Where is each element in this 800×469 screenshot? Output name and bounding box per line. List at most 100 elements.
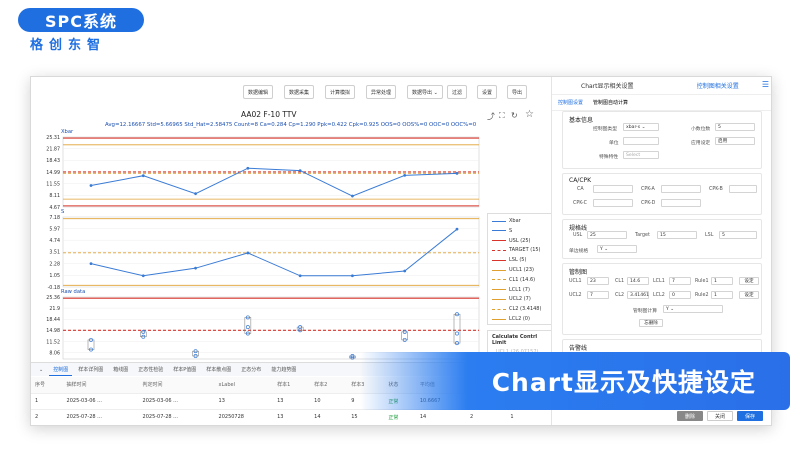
- cpkd-input[interactable]: [661, 199, 701, 207]
- legend-swatch: [492, 240, 506, 242]
- table-cell: 20250728: [214, 409, 274, 425]
- delete-button[interactable]: 忘删除: [639, 319, 663, 327]
- panel-delete-button[interactable]: 删除: [677, 411, 703, 421]
- data-point[interactable]: [403, 173, 407, 177]
- y-tick-label: 18.43: [46, 158, 60, 164]
- apply-select[interactable]: 启用: [715, 137, 755, 145]
- target-input[interactable]: 15: [657, 231, 697, 239]
- ca-input[interactable]: [593, 185, 633, 193]
- rule1-set-button[interactable]: 设定: [739, 277, 759, 285]
- legend-label: LCL2 (0): [509, 316, 530, 322]
- legend-item: CL2 (3.4148): [492, 306, 541, 312]
- bottom-tab[interactable]: 样本散点图: [202, 364, 235, 375]
- special-label: 特殊特性: [599, 155, 619, 160]
- panel-save-button[interactable]: 保存: [737, 411, 763, 421]
- subtab-auto-calc[interactable]: 管制图自动计算: [593, 99, 628, 106]
- panel-title: Xbar: [61, 129, 74, 135]
- data-point[interactable]: [455, 171, 459, 175]
- panel-title: Raw data: [61, 289, 85, 295]
- column-header[interactable]: 抽样时间: [62, 377, 139, 394]
- target-label: Target: [635, 233, 650, 238]
- data-point[interactable]: [351, 274, 354, 278]
- y-tick-label: 21.87: [46, 146, 60, 152]
- column-header[interactable]: 判定时间: [138, 377, 215, 394]
- cpkb-input[interactable]: [729, 185, 757, 193]
- auto-calc-label: 管制图计算: [633, 309, 657, 314]
- data-point[interactable]: [89, 262, 93, 266]
- ucl2-label: UCL2: [569, 293, 582, 298]
- special-select[interactable]: Select: [623, 151, 659, 159]
- collapse-icon[interactable]: ⌄: [35, 365, 47, 375]
- unit-input[interactable]: [623, 137, 659, 145]
- cl1-input[interactable]: 14.6: [627, 277, 649, 285]
- bottom-tab[interactable]: 样本P值图: [169, 364, 200, 375]
- legend-swatch: [492, 220, 506, 222]
- bottom-tab[interactable]: 样本详列图: [74, 364, 107, 375]
- column-header[interactable]: 样本1: [273, 377, 311, 394]
- table-row[interactable]: 2 2025-07-28 ... 2025-07-28 ... 20250728 13 1…: [31, 409, 551, 425]
- rule1-input[interactable]: 1: [711, 277, 733, 285]
- legend-label: UCL1 (23): [509, 267, 534, 273]
- data-point[interactable]: [194, 266, 197, 270]
- tab-control-settings[interactable]: 控制图相关设置: [663, 77, 772, 94]
- subtab-control[interactable]: 控制图设置: [558, 99, 583, 106]
- rule2-input[interactable]: 1: [711, 291, 733, 299]
- decimal-input[interactable]: 5: [715, 123, 755, 131]
- cpkd-label: CPK-D: [641, 201, 656, 206]
- table-cell: 2025-07-28 ...: [138, 409, 215, 425]
- usl-label: USL: [573, 233, 583, 238]
- bottom-tab[interactable]: 控制图: [49, 364, 73, 376]
- rule2-set-button[interactable]: 设定: [739, 291, 759, 299]
- legend-label: TARGET (15): [509, 247, 541, 254]
- column-header[interactable]: xLabel: [214, 377, 274, 394]
- bottom-tab[interactable]: 正态分布: [237, 364, 265, 375]
- tab-chart-display[interactable]: Chart显示相关设置: [552, 77, 663, 94]
- lsl-input[interactable]: 5: [719, 231, 757, 239]
- lcl1-input[interactable]: 7: [669, 277, 691, 285]
- table-cell: 14: [415, 409, 467, 425]
- data-point[interactable]: [351, 194, 354, 198]
- data-point[interactable]: [246, 251, 250, 255]
- panel-close-button[interactable]: 关闭: [707, 411, 733, 421]
- data-point[interactable]: [455, 227, 459, 231]
- column-header[interactable]: 样本2: [310, 377, 348, 394]
- chart-type-select[interactable]: xbar-s ⌄: [623, 123, 659, 131]
- side-select[interactable]: Y ⌄: [597, 245, 637, 253]
- menu-icon[interactable]: ☰: [762, 80, 769, 89]
- y-tick-label: 1.05: [49, 273, 60, 279]
- auto-calc-select[interactable]: Y ⌄: [663, 305, 723, 313]
- cl2-input[interactable]: 3.41461: [627, 291, 649, 299]
- y-tick-label: 11.52: [46, 339, 60, 345]
- data-point[interactable]: [194, 192, 197, 196]
- cpkc-input[interactable]: [593, 199, 633, 207]
- data-point[interactable]: [246, 166, 250, 170]
- y-tick-label: 5.97: [49, 226, 60, 232]
- legend-label: LSL (5): [509, 257, 527, 264]
- legend-swatch: [492, 298, 506, 300]
- data-point[interactable]: [141, 174, 145, 178]
- y-tick-label: 21.9: [49, 306, 60, 312]
- ucl2-input[interactable]: 7: [587, 291, 609, 299]
- data-point[interactable]: [89, 184, 93, 187]
- bottom-tab[interactable]: 正态性检验: [134, 364, 167, 375]
- data-point[interactable]: [298, 169, 302, 173]
- ucl1-input[interactable]: 23: [587, 277, 609, 285]
- cpka-input[interactable]: [661, 185, 701, 193]
- y-tick-label: 11.55: [46, 181, 60, 187]
- ca-label: CA: [577, 187, 584, 192]
- cpkb-label: CPK-B: [709, 187, 723, 192]
- data-point[interactable]: [141, 274, 145, 278]
- lcl2-input[interactable]: 0: [669, 291, 691, 299]
- bottom-tab[interactable]: 箱线图: [109, 364, 132, 375]
- data-point[interactable]: [298, 274, 302, 278]
- legend-swatch: [492, 269, 506, 271]
- legend-item: S: [492, 228, 512, 234]
- table-cell: 2025-07-28 ...: [62, 409, 139, 425]
- column-header[interactable]: 序号: [31, 377, 63, 394]
- bottom-tab[interactable]: 能力趋势图: [267, 364, 300, 375]
- table-cell: 14: [310, 409, 348, 425]
- usl-input[interactable]: 25: [587, 231, 627, 239]
- table-cell: 2025-03-06 ...: [138, 393, 215, 410]
- data-point[interactable]: [403, 269, 407, 273]
- cpkc-label: CPK-C: [573, 201, 587, 206]
